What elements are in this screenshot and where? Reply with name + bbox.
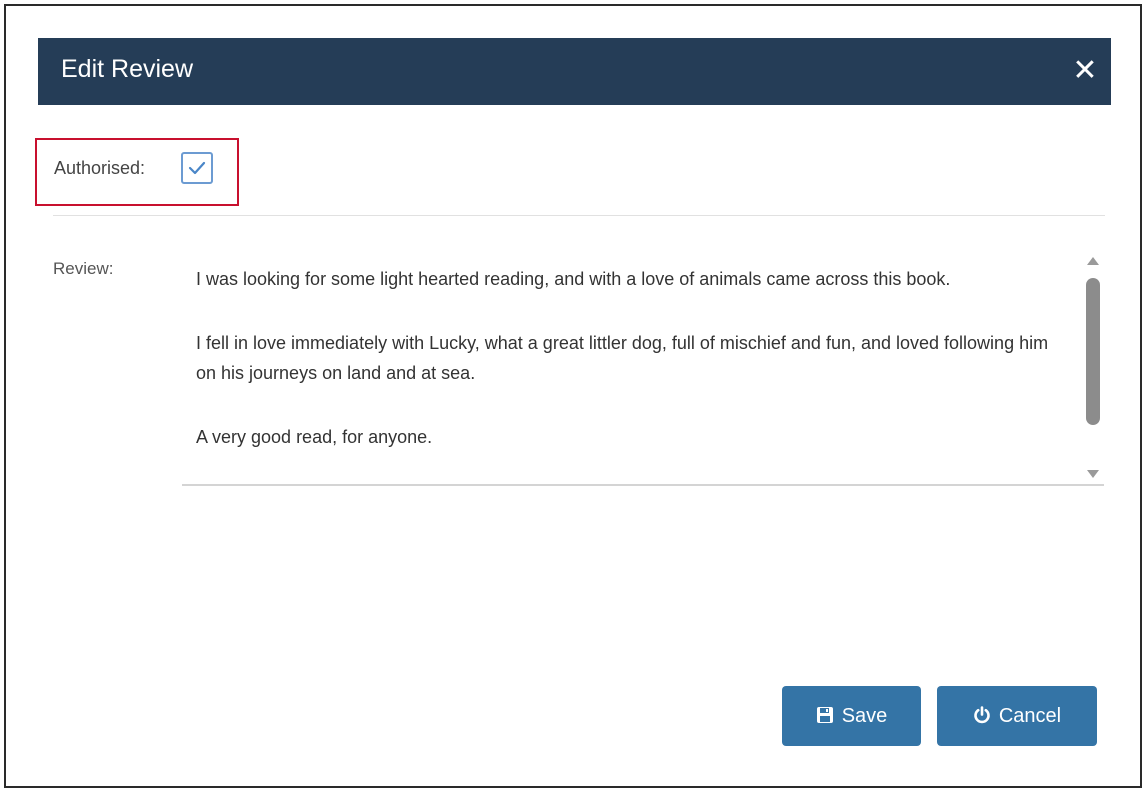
power-icon: [973, 706, 993, 726]
frame-bottom-border: [4, 786, 1142, 788]
save-button-label: Save: [841, 704, 888, 727]
authorised-label: Authorised:: [54, 158, 146, 178]
save-button[interactable]: Save: [782, 686, 921, 746]
edit-review-dialog: Edit Review ✕ Authorised: Review: I was …: [35, 38, 1111, 758]
checkmark-icon: [188, 161, 206, 175]
dialog-titlebar: Edit Review ✕: [38, 38, 1111, 105]
scroll-down-arrow-icon[interactable]: [1087, 470, 1099, 478]
authorised-checkbox[interactable]: [181, 152, 213, 184]
scroll-thumb[interactable]: [1086, 278, 1100, 425]
review-text: I was looking for some light hearted rea…: [196, 264, 1066, 486]
review-textarea[interactable]: I was looking for some light hearted rea…: [182, 248, 1104, 486]
review-paragraph: A very good read, for anyone.: [196, 427, 433, 447]
cancel-button[interactable]: Cancel: [937, 686, 1097, 746]
frame-top-border: [4, 4, 1142, 6]
frame-right-border: [1140, 4, 1142, 788]
review-label: Review:: [53, 259, 114, 278]
floppy-disk-icon: [816, 706, 836, 726]
dialog-title: Edit Review: [61, 55, 193, 83]
review-paragraph: I was looking for some light hearted rea…: [196, 269, 951, 289]
close-icon[interactable]: ✕: [1068, 54, 1102, 88]
review-scrollbar[interactable]: [1084, 248, 1102, 484]
cancel-button-label: Cancel: [998, 704, 1062, 727]
scroll-up-arrow-icon[interactable]: [1087, 257, 1099, 265]
frame-left-border: [4, 4, 6, 788]
review-paragraph: I fell in love immediately with Lucky, w…: [196, 333, 1049, 383]
section-divider: [53, 215, 1105, 216]
